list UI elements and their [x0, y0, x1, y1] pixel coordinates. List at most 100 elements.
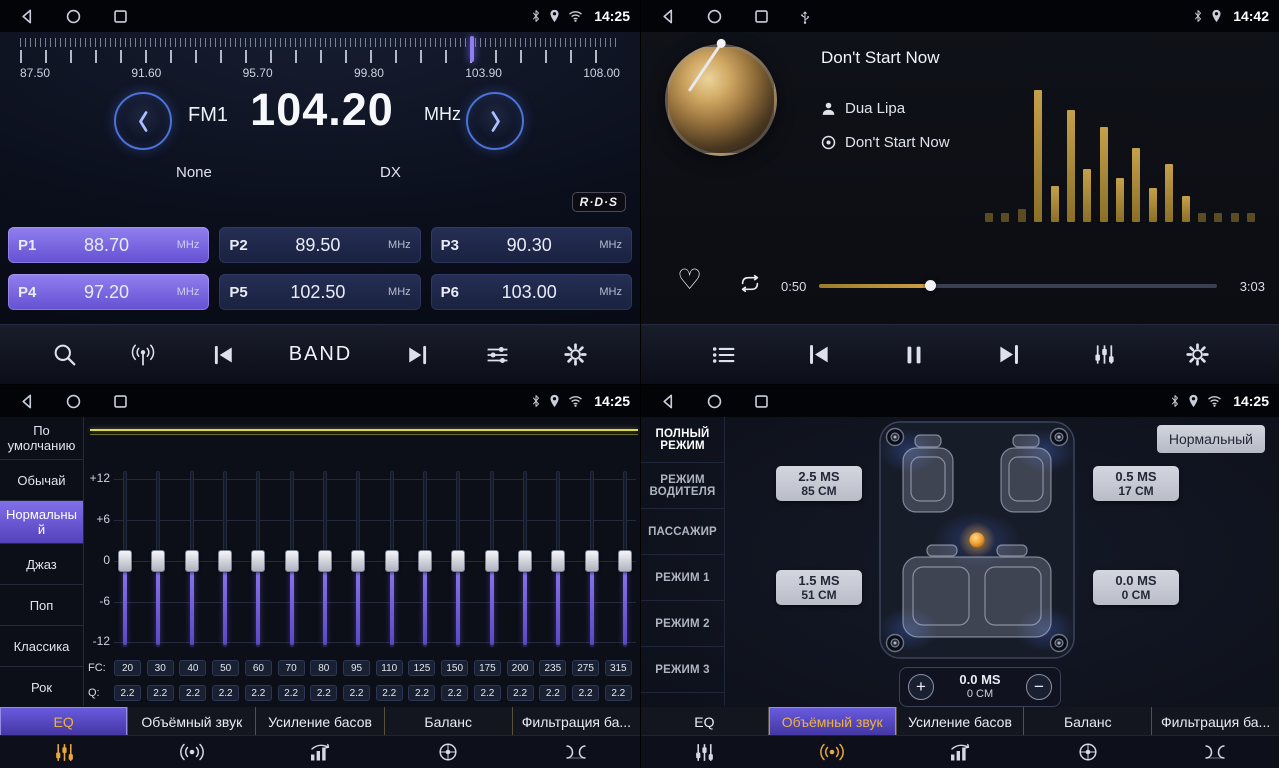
- surround-tab-icon-cell[interactable]: [128, 736, 256, 768]
- back-icon[interactable]: [18, 393, 35, 410]
- eq-band-slider-6[interactable]: [285, 471, 299, 647]
- slider-knob[interactable]: [351, 550, 365, 572]
- slider-knob[interactable]: [185, 550, 199, 572]
- mode-driver[interactable]: РЕЖИМ ВОДИТЕЛЯ: [641, 463, 724, 509]
- eq-preset-custom[interactable]: Обычай: [0, 460, 83, 501]
- radio-preset-p4[interactable]: P4 97.20 MHz: [8, 274, 209, 310]
- decrease-delay-button[interactable]: −: [1026, 674, 1052, 700]
- balance-tab-icon-cell[interactable]: [384, 736, 512, 768]
- recents-icon[interactable]: [112, 8, 129, 25]
- balance-tab-icon-cell[interactable]: [1024, 736, 1152, 768]
- radio-preset-p1[interactable]: P1 88.70 MHz: [8, 227, 209, 263]
- slider-knob[interactable]: [551, 550, 565, 572]
- mode-passenger[interactable]: ПАССАЖИР: [641, 509, 724, 555]
- audio-settings-button[interactable]: [484, 344, 511, 366]
- eq-preset-rock[interactable]: Рок: [0, 667, 83, 706]
- tab-filter[interactable]: Фильтрация ба...: [513, 707, 640, 736]
- radio-preset-p3[interactable]: P3 90.30 MHz: [431, 227, 632, 263]
- mode-full[interactable]: ПОЛНЫЙ РЕЖИМ: [641, 417, 724, 463]
- eq-band-slider-15[interactable]: [585, 471, 599, 647]
- eq-band-slider-5[interactable]: [251, 471, 265, 647]
- radio-preset-p6[interactable]: P6 103.00 MHz: [431, 274, 632, 310]
- radio-preset-p2[interactable]: P2 89.50 MHz: [219, 227, 420, 263]
- tab-surround[interactable]: Объёмный звук: [128, 707, 256, 736]
- slider-knob[interactable]: [518, 550, 532, 572]
- eq-band-slider-16[interactable]: [618, 471, 632, 647]
- next-track-button[interactable]: [995, 343, 1023, 366]
- tab-bass-boost[interactable]: Усиление басов: [897, 707, 1025, 736]
- playlist-button[interactable]: [710, 344, 737, 366]
- eq-preset-normal[interactable]: Нормальный: [0, 501, 83, 544]
- eq-band-slider-8[interactable]: [351, 471, 365, 647]
- eq-band-slider-2[interactable]: [151, 471, 165, 647]
- eq-band-slider-1[interactable]: [118, 471, 132, 647]
- home-icon[interactable]: [706, 393, 723, 410]
- settings-button[interactable]: [1185, 342, 1210, 367]
- eq-band-slider-12[interactable]: [485, 471, 499, 647]
- increase-delay-button[interactable]: +: [908, 674, 934, 700]
- back-icon[interactable]: [18, 8, 35, 25]
- eq-band-slider-13[interactable]: [518, 471, 532, 647]
- home-icon[interactable]: [65, 393, 82, 410]
- repeat-button[interactable]: [735, 274, 765, 293]
- seek-next-button[interactable]: [404, 344, 431, 366]
- filter-tab-icon-cell[interactable]: [1151, 736, 1279, 768]
- mode-3[interactable]: РЕЖИМ 3: [641, 647, 724, 693]
- slider-knob[interactable]: [451, 550, 465, 572]
- surround-tab-icon-cell[interactable]: [769, 736, 897, 768]
- eq-band-slider-11[interactable]: [451, 471, 465, 647]
- eq-preset-pop[interactable]: Поп: [0, 585, 83, 626]
- frequency-scale[interactable]: 87.50 91.60 95.70 99.80 103.90 108.00: [20, 36, 620, 82]
- previous-track-button[interactable]: [805, 343, 833, 366]
- favorite-button[interactable]: ♡: [677, 266, 702, 294]
- slider-knob[interactable]: [151, 550, 165, 572]
- eq-band-slider-4[interactable]: [218, 471, 232, 647]
- eq-tab-icon-cell[interactable]: [641, 736, 769, 768]
- slider-knob[interactable]: [485, 550, 499, 572]
- tab-filter[interactable]: Фильтрация ба...: [1152, 707, 1279, 736]
- tab-balance[interactable]: Баланс: [385, 707, 513, 736]
- eq-band-slider-10[interactable]: [418, 471, 432, 647]
- eq-band-slider-3[interactable]: [185, 471, 199, 647]
- eq-preset-default[interactable]: По умолчанию: [0, 417, 83, 460]
- eq-tab-icon-cell[interactable]: [0, 736, 128, 768]
- slider-knob[interactable]: [385, 550, 399, 572]
- slider-knob[interactable]: [251, 550, 265, 572]
- band-button[interactable]: BAND: [289, 343, 353, 366]
- eq-band-slider-14[interactable]: [551, 471, 565, 647]
- tune-down-button[interactable]: [114, 92, 172, 150]
- progress-knob[interactable]: [925, 280, 936, 291]
- progress-bar[interactable]: [819, 284, 1217, 288]
- eq-preset-classic[interactable]: Классика: [0, 626, 83, 667]
- tab-balance[interactable]: Баланс: [1024, 707, 1152, 736]
- scan-search-button[interactable]: [52, 342, 77, 367]
- slider-knob[interactable]: [585, 550, 599, 572]
- mode-2[interactable]: РЕЖИМ 2: [641, 601, 724, 647]
- eq-band-slider-7[interactable]: [318, 471, 332, 647]
- slider-knob[interactable]: [118, 550, 132, 572]
- recents-icon[interactable]: [753, 8, 770, 25]
- stage-preset-button[interactable]: Нормальный: [1157, 425, 1265, 453]
- eq-band-slider-9[interactable]: [385, 471, 399, 647]
- mode-1[interactable]: РЕЖИМ 1: [641, 555, 724, 601]
- seek-previous-button[interactable]: [210, 344, 237, 366]
- tab-eq[interactable]: EQ: [641, 707, 769, 736]
- filter-tab-icon-cell[interactable]: [512, 736, 640, 768]
- slider-knob[interactable]: [318, 550, 332, 572]
- recents-icon[interactable]: [753, 393, 770, 410]
- home-icon[interactable]: [706, 8, 723, 25]
- tab-bass-boost[interactable]: Усиление басов: [256, 707, 384, 736]
- recents-icon[interactable]: [112, 393, 129, 410]
- bass-tab-icon-cell[interactable]: [896, 736, 1024, 768]
- bass-tab-icon-cell[interactable]: [256, 736, 384, 768]
- slider-knob[interactable]: [618, 550, 632, 572]
- back-icon[interactable]: [659, 393, 676, 410]
- slider-knob[interactable]: [418, 550, 432, 572]
- eq-preset-jazz[interactable]: Джаз: [0, 544, 83, 585]
- radio-preset-p5[interactable]: P5 102.50 MHz: [219, 274, 420, 310]
- home-icon[interactable]: [65, 8, 82, 25]
- equalizer-button[interactable]: [1092, 342, 1117, 367]
- listening-position-marker[interactable]: [970, 533, 985, 548]
- settings-button[interactable]: [563, 342, 588, 367]
- slider-knob[interactable]: [285, 550, 299, 572]
